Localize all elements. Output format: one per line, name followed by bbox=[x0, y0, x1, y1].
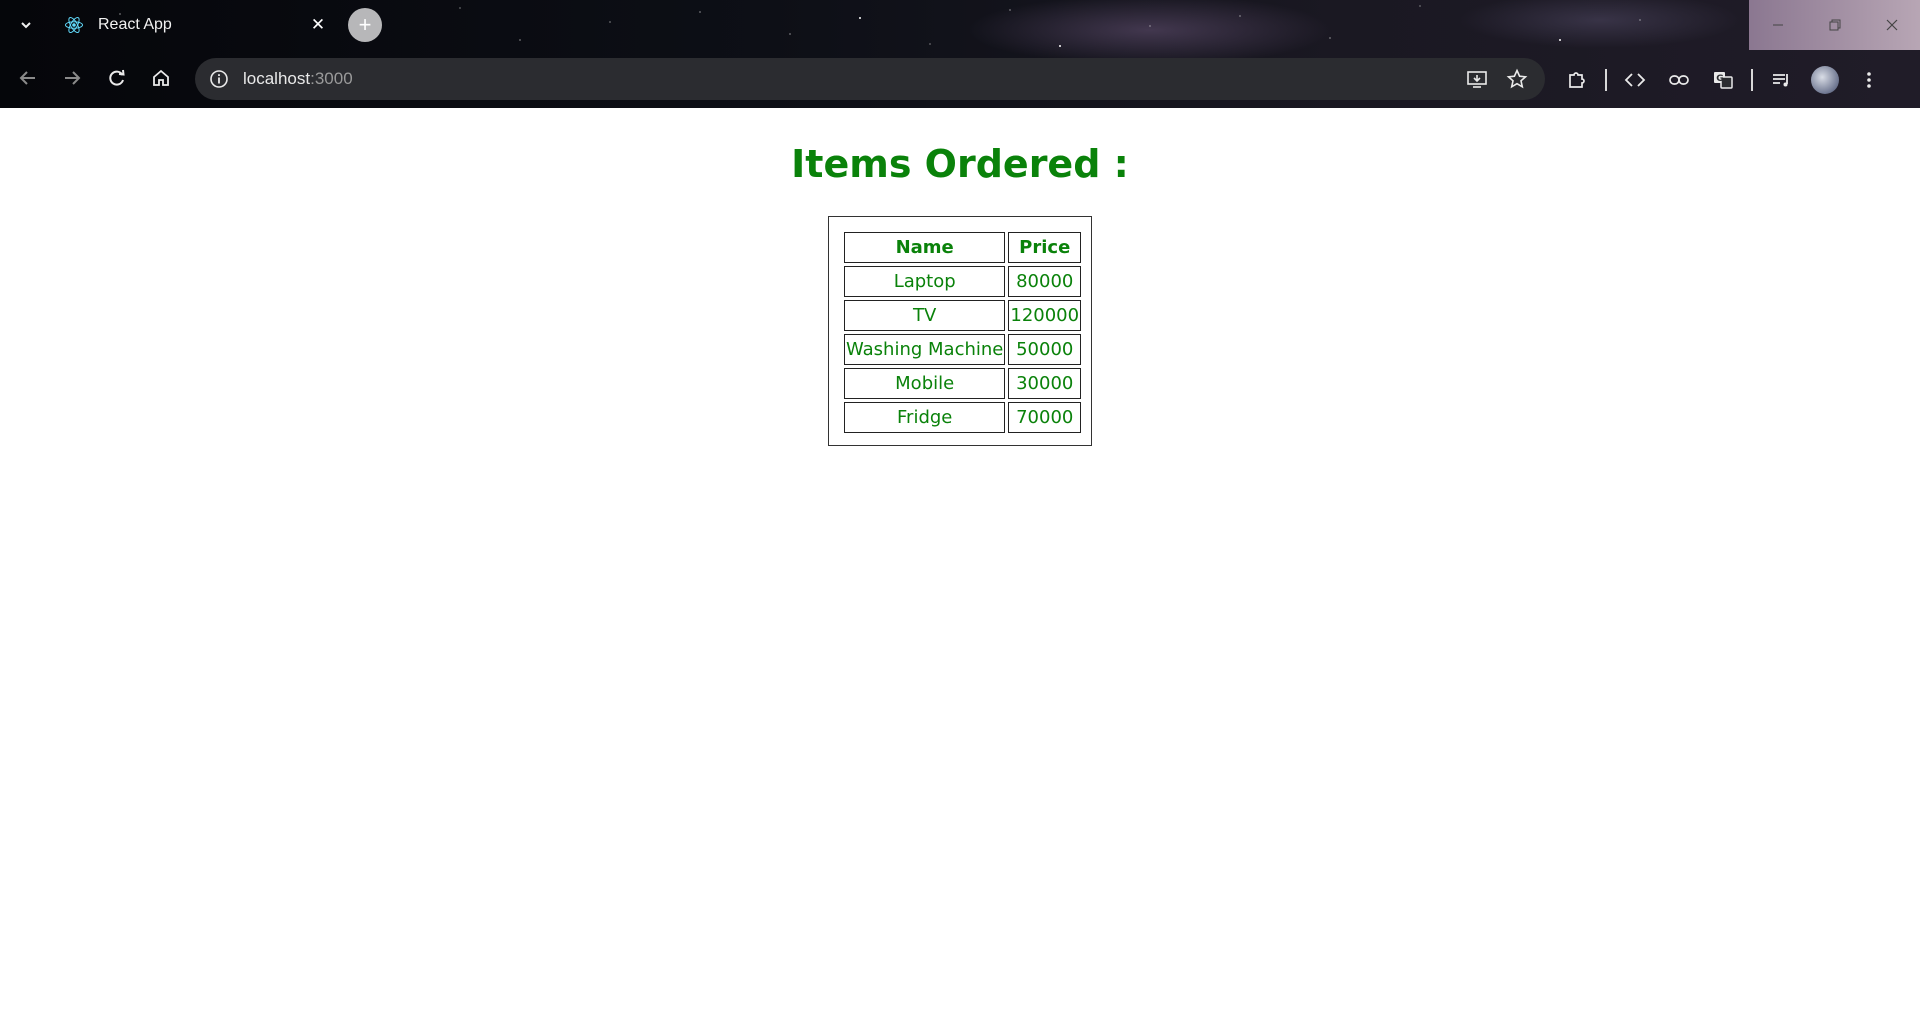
cell-price: 80000 bbox=[1008, 266, 1082, 297]
cell-price: 50000 bbox=[1008, 334, 1082, 365]
url-host: localhost bbox=[243, 69, 311, 88]
extensions-puzzle-icon[interactable] bbox=[1555, 58, 1599, 102]
back-arrow-icon[interactable] bbox=[10, 60, 46, 96]
react-icon bbox=[64, 15, 84, 35]
minimize-icon[interactable] bbox=[1749, 0, 1806, 50]
column-header-price: Price bbox=[1008, 232, 1082, 263]
table-row: Washing Machine 50000 bbox=[844, 334, 1082, 365]
cell-name: Fridge bbox=[844, 402, 1006, 433]
cell-name: Washing Machine bbox=[844, 334, 1006, 365]
tab-search-button[interactable] bbox=[10, 10, 42, 40]
code-brackets-icon[interactable] bbox=[1613, 58, 1657, 102]
page-content: Items Ordered : Name Price Laptop 80000 … bbox=[0, 108, 1920, 1020]
close-window-icon[interactable] bbox=[1863, 0, 1920, 50]
cell-price: 30000 bbox=[1008, 368, 1082, 399]
address-bar[interactable]: localhost:3000 bbox=[195, 58, 1545, 100]
svg-text:G: G bbox=[1716, 74, 1723, 84]
cell-name: Laptop bbox=[844, 266, 1006, 297]
cell-price: 120000 bbox=[1008, 300, 1082, 331]
menu-kebab-icon[interactable] bbox=[1847, 58, 1891, 102]
page-title: Items Ordered : bbox=[791, 142, 1129, 186]
chevron-down-icon bbox=[21, 22, 31, 29]
cell-name: TV bbox=[844, 300, 1006, 331]
toolbar-divider bbox=[1605, 69, 1607, 91]
tab-react-app[interactable]: React App ✕ bbox=[50, 6, 340, 44]
url-text[interactable]: localhost:3000 bbox=[243, 69, 1459, 89]
table-row: Fridge 70000 bbox=[844, 402, 1082, 433]
table-row: Mobile 30000 bbox=[844, 368, 1082, 399]
link-icon[interactable] bbox=[1657, 58, 1701, 102]
home-icon[interactable] bbox=[143, 60, 179, 96]
orders-table: Name Price Laptop 80000 TV 120000 Washin… bbox=[841, 229, 1084, 436]
new-tab-button[interactable]: + bbox=[348, 8, 382, 42]
reading-list-icon[interactable] bbox=[1759, 58, 1803, 102]
browser-chrome: React App ✕ + localhost:3000 G bbox=[0, 0, 1920, 108]
close-tab-icon[interactable]: ✕ bbox=[306, 13, 330, 37]
translate-icon[interactable]: G bbox=[1701, 58, 1745, 102]
install-app-icon[interactable] bbox=[1459, 61, 1495, 97]
cell-name: Mobile bbox=[844, 368, 1006, 399]
bookmark-star-icon[interactable] bbox=[1499, 61, 1535, 97]
toolbar-extensions: G bbox=[1555, 58, 1891, 102]
browser-toolbar: localhost:3000 G bbox=[0, 52, 1920, 108]
forward-arrow-icon[interactable] bbox=[54, 60, 90, 96]
window-controls bbox=[1749, 0, 1920, 50]
tab-strip: React App ✕ + bbox=[0, 0, 1920, 50]
profile-avatar[interactable] bbox=[1803, 58, 1847, 102]
site-info-icon[interactable] bbox=[205, 65, 233, 93]
column-header-name: Name bbox=[844, 232, 1006, 263]
restore-icon[interactable] bbox=[1806, 0, 1863, 50]
orders-table-container: Name Price Laptop 80000 TV 120000 Washin… bbox=[828, 216, 1092, 446]
table-row: Laptop 80000 bbox=[844, 266, 1082, 297]
table-header-row: Name Price bbox=[844, 232, 1082, 263]
toolbar-divider bbox=[1751, 69, 1753, 91]
avatar-image bbox=[1811, 66, 1839, 94]
url-port: :3000 bbox=[310, 69, 353, 88]
tab-title: React App bbox=[98, 16, 172, 33]
reload-icon[interactable] bbox=[99, 60, 135, 96]
table-row: TV 120000 bbox=[844, 300, 1082, 331]
cell-price: 70000 bbox=[1008, 402, 1082, 433]
